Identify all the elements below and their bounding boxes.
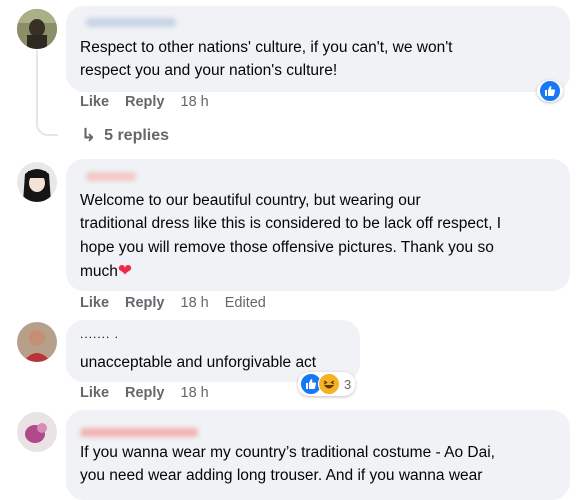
comment-actions: Like Reply 18 h Edited: [80, 295, 266, 311]
comment-text-line: much: [80, 263, 118, 280]
comment-text-line: If you wanna wear my country’s tradition…: [80, 444, 495, 461]
reaction-count: 3: [344, 376, 352, 392]
comment-actions: Like Reply 18 h: [80, 385, 209, 401]
author-name-redacted[interactable]: [80, 428, 198, 437]
reply-button[interactable]: Reply: [125, 94, 165, 110]
haha-icon: [318, 373, 340, 395]
comment-text-line: Respect to other nations' culture, if yo…: [80, 39, 453, 56]
view-replies-link[interactable]: ↳ 5 replies: [81, 125, 169, 146]
reply-button[interactable]: Reply: [125, 385, 165, 401]
replies-label: 5 replies: [104, 126, 170, 144]
comment-text-line: hope you will remove those offensive pic…: [80, 239, 494, 256]
timestamp[interactable]: 18 h: [181, 295, 209, 311]
like-button[interactable]: Like: [80, 295, 109, 311]
heart-emoji-icon: ❤: [117, 261, 133, 280]
comment-text-line: you need wear adding long trouser. And i…: [80, 467, 483, 484]
avatar[interactable]: [17, 9, 57, 49]
comment-text-line: respect you and your nation's culture!: [80, 62, 338, 79]
thread-line: [36, 50, 58, 136]
comment-text-line: unacceptable and unforgivable act: [80, 354, 317, 371]
author-name-partial[interactable]: ....... .: [80, 326, 119, 342]
like-button[interactable]: Like: [80, 385, 109, 401]
edited-label: Edited: [224, 295, 266, 311]
timestamp[interactable]: 18 h: [181, 385, 209, 401]
reaction-summary[interactable]: [537, 80, 563, 102]
avatar[interactable]: [17, 162, 57, 202]
author-name-redacted[interactable]: [86, 18, 176, 27]
author-name-redacted[interactable]: [86, 172, 136, 181]
reply-button[interactable]: Reply: [125, 295, 165, 311]
comment-text-line: traditional dress like this is considere…: [80, 215, 502, 232]
comment-actions: Like Reply 18 h: [80, 94, 209, 110]
timestamp[interactable]: 18 h: [181, 94, 209, 110]
reaction-summary[interactable]: 3: [298, 372, 356, 396]
like-icon: [539, 80, 561, 102]
reply-arrow-icon: ↳: [81, 125, 97, 145]
avatar[interactable]: [17, 412, 57, 452]
comment-text-last-line: much❤: [80, 259, 132, 283]
like-button[interactable]: Like: [80, 94, 109, 110]
comment-text-line: Welcome to our beautiful country, but we…: [80, 192, 421, 209]
avatar[interactable]: [17, 322, 57, 362]
